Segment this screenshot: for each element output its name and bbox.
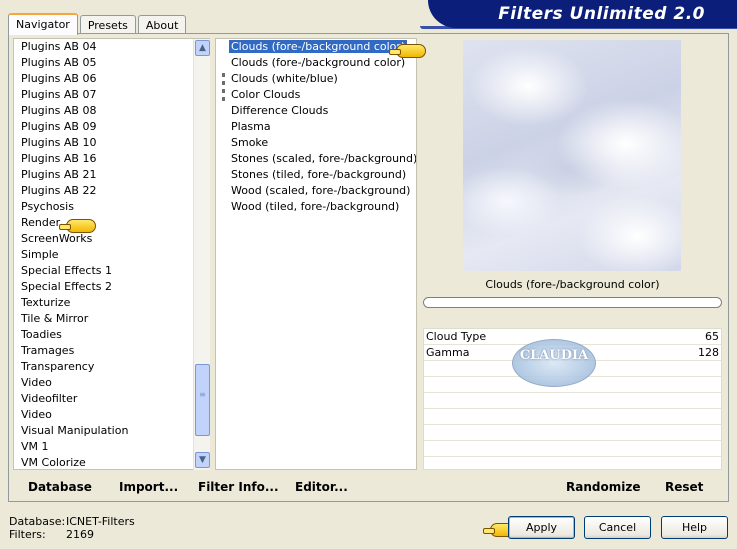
database-button[interactable]: Database xyxy=(28,480,92,494)
list-item[interactable]: Wood (tiled, fore-/background) xyxy=(216,199,416,215)
filter-label: Stones (tiled, fore-/background) xyxy=(231,168,407,181)
filter-label: Stones (scaled, fore-/background) xyxy=(231,152,417,165)
param-value: 65 xyxy=(705,330,719,343)
list-item[interactable]: Video xyxy=(14,407,209,423)
progress-bar xyxy=(423,297,722,308)
filter-label: Color Clouds xyxy=(231,88,301,101)
filter-label: Wood (tiled, fore-/background) xyxy=(231,200,400,213)
editor-button[interactable]: Editor... xyxy=(295,480,348,494)
param-row-empty xyxy=(424,425,721,441)
filter-label: Wood (scaled, fore-/background) xyxy=(231,184,411,197)
list-item[interactable]: Plugins AB 05 xyxy=(14,55,209,71)
tab-navigator[interactable]: Navigator xyxy=(8,13,78,35)
filter-label: Clouds (fore-/background color) xyxy=(227,39,409,54)
import-button[interactable]: Import... xyxy=(119,480,178,494)
list-item[interactable]: Wood (scaled, fore-/background) xyxy=(216,183,416,199)
list-item[interactable]: Videofilter xyxy=(14,391,209,407)
list-item[interactable]: Render xyxy=(14,215,209,231)
list-item[interactable]: Visual Manipulation xyxy=(14,423,209,439)
list-item[interactable]: Tile & Mirror xyxy=(14,311,209,327)
param-row-empty xyxy=(424,393,721,409)
tab-presets[interactable]: Presets xyxy=(79,15,136,34)
filter-label: Clouds (fore-/background color) xyxy=(231,56,406,69)
grip-icon xyxy=(222,73,226,85)
list-item[interactable]: Plugins AB 22 xyxy=(14,183,209,199)
randomize-button[interactable]: Randomize xyxy=(566,480,640,494)
scrollbar-thumb[interactable]: ≡ xyxy=(195,364,210,436)
list-item[interactable]: Plasma xyxy=(216,119,416,135)
list-item[interactable]: Video xyxy=(14,375,209,391)
status-area: Database: ICNET-Filters Filters: 2169 xyxy=(9,515,135,541)
list-item[interactable]: Clouds (white/blue) xyxy=(216,71,416,87)
list-item[interactable]: ScreenWorks xyxy=(14,231,209,247)
filter-label: Smoke xyxy=(231,136,269,149)
list-item[interactable]: Plugins AB 08 xyxy=(14,103,209,119)
filter-label: Clouds (white/blue) xyxy=(231,72,338,85)
list-item[interactable]: Plugins AB 06 xyxy=(14,71,209,87)
list-item[interactable]: Plugins AB 16 xyxy=(14,151,209,167)
filter-label: Difference Clouds xyxy=(231,104,329,117)
list-item[interactable]: Stones (scaled, fore-/background) xyxy=(216,151,416,167)
list-item[interactable]: Texturize xyxy=(14,295,209,311)
list-item[interactable]: Plugins AB 04 xyxy=(14,39,209,55)
filter-list[interactable]: Clouds (fore-/background color) Clouds (f… xyxy=(215,38,417,470)
database-label: Database: xyxy=(9,515,66,528)
database-value: ICNET-Filters xyxy=(66,515,135,528)
list-item[interactable]: VM Colorize xyxy=(14,455,209,469)
list-item[interactable]: Difference Clouds xyxy=(216,103,416,119)
scroll-up-button[interactable]: ▲ xyxy=(195,40,210,56)
list-item[interactable]: Clouds (fore-/background color) xyxy=(216,55,416,71)
app-title-banner: Filters Unlimited 2.0 xyxy=(428,0,737,28)
param-name: Gamma xyxy=(426,346,470,359)
param-row-empty xyxy=(424,409,721,425)
list-item[interactable]: Stones (tiled, fore-/background) xyxy=(216,167,416,183)
list-item[interactable]: Smoke xyxy=(216,135,416,151)
category-list-scrollbar[interactable]: ▲ ≡ ▼ xyxy=(193,39,210,470)
list-item[interactable]: Plugins AB 10 xyxy=(14,135,209,151)
list-item[interactable]: Plugins AB 21 xyxy=(14,167,209,183)
apply-button[interactable]: Apply xyxy=(508,516,575,539)
grip-icon xyxy=(222,89,226,101)
filter-label: Plasma xyxy=(231,120,271,133)
list-item[interactable]: Color Clouds xyxy=(216,87,416,103)
list-item[interactable]: Transparency xyxy=(14,359,209,375)
cancel-button[interactable]: Cancel xyxy=(584,516,651,539)
scroll-down-button[interactable]: ▼ xyxy=(195,452,210,468)
list-item[interactable]: Simple xyxy=(14,247,209,263)
filter-info-button[interactable]: Filter Info... xyxy=(198,480,279,494)
list-item[interactable]: Plugins AB 09 xyxy=(14,119,209,135)
tab-about[interactable]: About xyxy=(137,15,187,34)
category-list[interactable]: Plugins AB 04 Plugins AB 05 Plugins AB 06 P… xyxy=(13,38,210,470)
panel-toolbar-right: Randomize Reset xyxy=(423,474,722,499)
param-name: Cloud Type xyxy=(426,330,487,343)
tab-bar: Navigator Presets About xyxy=(8,12,188,35)
help-button[interactable]: Help xyxy=(661,516,728,539)
list-item[interactable]: Plugins AB 07 xyxy=(14,87,209,103)
list-item[interactable]: Toadies xyxy=(14,327,209,343)
list-item[interactable]: Special Effects 2 xyxy=(14,279,209,295)
list-item[interactable]: Tramages xyxy=(14,343,209,359)
pointer-hand-icon xyxy=(389,44,426,58)
filters-label: Filters: xyxy=(9,528,46,541)
watermark-logo: CLAUDIA xyxy=(512,339,596,387)
panel-toolbar-left: Database Import... Filter Info... Editor… xyxy=(13,474,417,499)
param-value: 128 xyxy=(698,346,719,359)
pointer-hand-icon xyxy=(59,219,96,233)
reset-button[interactable]: Reset xyxy=(665,480,703,494)
preview-filter-name: Clouds (fore-/background color) xyxy=(485,278,660,291)
list-item[interactable]: Special Effects 1 xyxy=(14,263,209,279)
filters-count: 2169 xyxy=(66,528,94,541)
list-item[interactable]: Psychosis xyxy=(14,199,209,215)
list-item[interactable]: Clouds (fore-/background color) xyxy=(216,39,416,55)
list-item[interactable]: VM 1 xyxy=(14,439,209,455)
filter-preview-image xyxy=(463,40,681,271)
param-row-empty xyxy=(424,441,721,457)
